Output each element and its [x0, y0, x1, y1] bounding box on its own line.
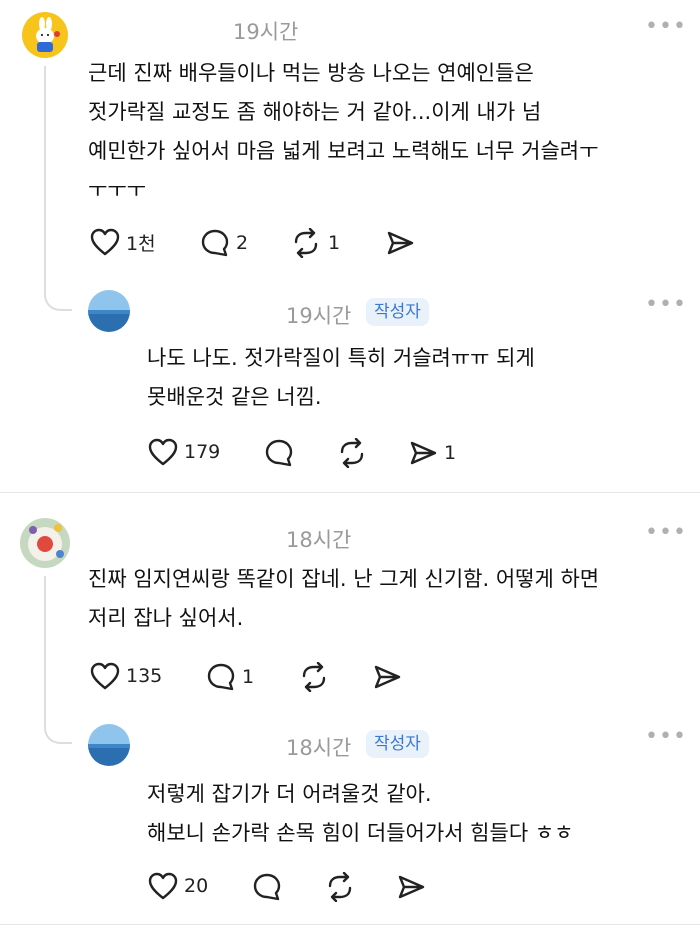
repost-icon [336, 438, 368, 468]
share-icon [396, 872, 426, 902]
share-icon [372, 662, 402, 692]
heart-icon [90, 662, 120, 690]
like-count: 1천 [126, 232, 156, 255]
like-count: 135 [126, 665, 163, 687]
thread-connector [44, 66, 72, 311]
reply-time: 19시간 [286, 304, 352, 328]
like-count: 179 [184, 441, 221, 463]
avatar[interactable] [20, 518, 70, 568]
like-button[interactable]: 20 [148, 872, 208, 900]
comment-count: 1 [242, 666, 255, 688]
comment-button[interactable] [264, 438, 294, 468]
author-badge: 작성자 [366, 298, 429, 326]
reply-text: 나도 나도. 젓가락질이 특히 거슬려ㅠㅠ 되게 못배운것 같은 너낌. [147, 346, 535, 409]
share-icon [408, 438, 438, 468]
heart-icon [148, 438, 178, 466]
like-button[interactable]: 135 [90, 662, 162, 690]
share-count: 1 [444, 442, 457, 464]
comment-icon [206, 662, 236, 692]
comment-text: 근데 진짜 배우들이나 먹는 방송 나오는 연예인들은 젓가락질 교정도 좀 해… [88, 61, 599, 202]
like-button[interactable]: 1천 [90, 228, 156, 256]
more-options-button[interactable]: ••• [645, 14, 687, 39]
reply-text: 저렇게 잡기가 더 어려울것 같아. 해보니 손가락 손목 힘이 더들어가서 힘… [147, 782, 574, 845]
repost-button[interactable] [298, 662, 330, 692]
reply-time: 18시간 [286, 736, 352, 760]
repost-button[interactable] [336, 438, 368, 468]
avatar[interactable] [88, 290, 130, 332]
comment-button[interactable]: 2 [200, 228, 248, 258]
comment-button[interactable]: 1 [206, 662, 254, 692]
share-button[interactable]: 1 [408, 438, 456, 468]
comment-text: 진짜 임지연씨랑 똑같이 잡네. 난 그게 신기함. 어떻게 하면 저리 잡나 … [88, 567, 600, 630]
repost-button[interactable] [324, 872, 356, 902]
comment-icon [264, 438, 294, 468]
more-options-button[interactable]: ••• [645, 520, 687, 545]
share-button[interactable] [385, 228, 415, 258]
like-button[interactable]: 179 [148, 438, 220, 466]
repost-icon [290, 228, 322, 258]
comment-icon [200, 228, 230, 258]
share-icon [385, 228, 415, 258]
like-count: 20 [184, 875, 209, 897]
heart-icon [148, 872, 178, 900]
repost-count: 1 [328, 232, 341, 254]
comment-icon [252, 872, 282, 902]
comment-time: 19시간 [233, 20, 299, 44]
repost-icon [298, 662, 330, 692]
comment-time: 18시간 [286, 528, 352, 552]
repost-icon [324, 872, 356, 902]
avatar[interactable] [22, 12, 68, 58]
heart-icon [90, 228, 120, 256]
comment-count: 2 [236, 232, 249, 254]
comment-button[interactable] [252, 872, 282, 902]
share-button[interactable] [396, 872, 426, 902]
thread-connector [44, 576, 72, 744]
thread-divider [0, 492, 700, 493]
repost-button[interactable]: 1 [290, 228, 340, 258]
avatar[interactable] [88, 724, 130, 766]
more-options-button[interactable]: ••• [645, 292, 687, 317]
author-badge: 작성자 [366, 730, 429, 758]
more-options-button[interactable]: ••• [645, 724, 687, 749]
thread-divider [0, 924, 700, 925]
share-button[interactable] [372, 662, 402, 692]
